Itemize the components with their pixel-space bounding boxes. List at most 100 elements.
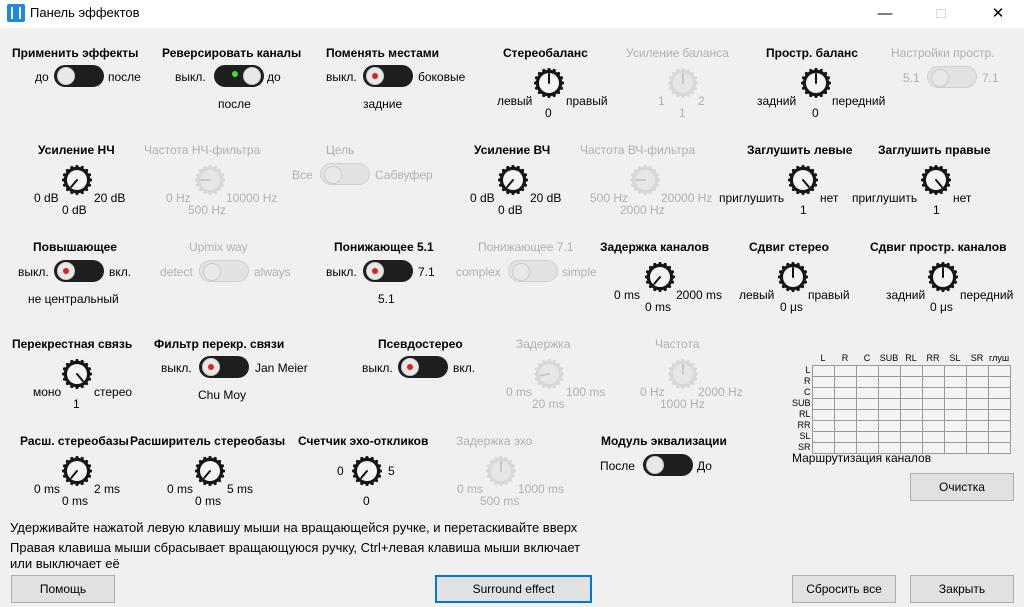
stereobalance-knob[interactable] — [533, 67, 565, 99]
routing-cell[interactable] — [855, 397, 879, 410]
channel-delay-knob[interactable] — [644, 261, 676, 293]
help-button[interactable]: Помощь — [11, 575, 115, 603]
routing-cell[interactable] — [833, 364, 857, 377]
routing-cell[interactable] — [855, 419, 879, 432]
stereo-expander-knob[interactable] — [194, 455, 226, 487]
routing-cell[interactable] — [965, 419, 989, 432]
reset-all-button[interactable]: Сбросить все — [792, 575, 896, 603]
routing-cell[interactable] — [833, 386, 857, 399]
routing-cell[interactable] — [943, 430, 967, 443]
routing-cell[interactable] — [921, 364, 945, 377]
routing-cell[interactable] — [987, 397, 1011, 410]
routing-cell[interactable] — [987, 386, 1011, 399]
echo-count-knob[interactable] — [351, 455, 383, 487]
routing-cell[interactable] — [921, 408, 945, 421]
routing-cell[interactable] — [965, 397, 989, 410]
routing-cell[interactable] — [899, 364, 923, 377]
crossfeed-knob[interactable] — [61, 358, 93, 390]
routing-cell[interactable] — [833, 397, 857, 410]
close-button[interactable]: Закрыть — [910, 575, 1014, 603]
routing-cell[interactable] — [943, 397, 967, 410]
routing-cell[interactable] — [899, 386, 923, 399]
routing-cell[interactable] — [833, 430, 857, 443]
routing-cell[interactable] — [855, 386, 879, 399]
apply-effects-toggle[interactable] — [54, 65, 104, 87]
routing-cell[interactable] — [943, 408, 967, 421]
clear-routing-button[interactable]: Очистка — [910, 473, 1014, 501]
routing-cell[interactable] — [987, 375, 1011, 388]
routing-cell[interactable] — [833, 408, 857, 421]
routing-cell[interactable] — [811, 364, 835, 377]
mute-left-knob[interactable] — [787, 164, 819, 196]
swap-toggle[interactable] — [363, 65, 413, 87]
routing-cell[interactable] — [921, 375, 945, 388]
routing-cell[interactable] — [987, 364, 1011, 377]
routing-cell[interactable] — [965, 386, 989, 399]
routing-cell[interactable] — [965, 364, 989, 377]
stereo-widen-left: 0 ms — [34, 482, 61, 496]
routing-cell[interactable] — [987, 419, 1011, 432]
routing-cell[interactable] — [987, 441, 1011, 454]
routing-cell[interactable] — [811, 375, 835, 388]
upmix-left: выкл. — [18, 265, 49, 279]
routing-cell[interactable] — [877, 386, 901, 399]
routing-cell[interactable] — [965, 408, 989, 421]
routing-cell[interactable] — [811, 397, 835, 410]
routing-cell[interactable] — [921, 386, 945, 399]
surround-effect-button[interactable]: Surround effect — [435, 575, 592, 603]
routing-cell[interactable] — [855, 375, 879, 388]
routing-cell[interactable] — [811, 419, 835, 432]
routing-cell[interactable] — [943, 386, 967, 399]
routing-cell[interactable] — [943, 419, 967, 432]
routing-cell[interactable] — [943, 375, 967, 388]
mute-right-right: нет — [953, 191, 972, 205]
routing-cell[interactable] — [877, 430, 901, 443]
routing-cell[interactable] — [899, 419, 923, 432]
crossfeed-filter-toggle[interactable] — [199, 356, 249, 378]
routing-cell[interactable] — [877, 364, 901, 377]
routing-cell[interactable] — [855, 408, 879, 421]
routing-cell[interactable] — [965, 430, 989, 443]
routing-cell[interactable] — [943, 364, 967, 377]
spatial-balance-knob[interactable] — [800, 67, 832, 99]
routing-cell[interactable] — [811, 430, 835, 443]
routing-cell[interactable] — [899, 408, 923, 421]
stereo-widen-knob[interactable] — [61, 455, 93, 487]
routing-cell[interactable] — [987, 408, 1011, 421]
routing-cell[interactable] — [811, 408, 835, 421]
routing-cell[interactable] — [877, 419, 901, 432]
routing-cell[interactable] — [855, 364, 879, 377]
routing-cell[interactable] — [877, 408, 901, 421]
routing-cell[interactable] — [833, 419, 857, 432]
routing-cell[interactable] — [899, 397, 923, 410]
downmix51-toggle[interactable] — [363, 260, 413, 282]
routing-cell[interactable] — [921, 430, 945, 443]
routing-cell[interactable] — [943, 441, 967, 454]
echo-count-left: 0 — [337, 464, 344, 478]
spatial-shift-knob[interactable] — [927, 261, 959, 293]
reverse-channels-toggle[interactable] — [214, 65, 264, 87]
routing-cell[interactable] — [899, 430, 923, 443]
close-icon[interactable]: ✕ — [975, 0, 1021, 28]
pseudo-delay-right: 100 ms — [566, 385, 606, 399]
upmix-toggle[interactable] — [54, 260, 104, 282]
stereo-shift-knob[interactable] — [777, 261, 809, 293]
routing-cell[interactable] — [921, 419, 945, 432]
routing-cell[interactable] — [899, 375, 923, 388]
mute-right-knob[interactable] — [920, 164, 952, 196]
routing-cell[interactable] — [987, 430, 1011, 443]
downmix51-title: Понижающее 5.1 — [334, 240, 434, 254]
routing-cell[interactable] — [921, 397, 945, 410]
pseudostereo-toggle[interactable] — [398, 356, 448, 378]
routing-cell[interactable] — [965, 441, 989, 454]
routing-cell[interactable] — [877, 375, 901, 388]
routing-cell[interactable] — [877, 397, 901, 410]
routing-cell[interactable] — [855, 430, 879, 443]
eq-module-toggle[interactable] — [643, 454, 693, 476]
routing-cell[interactable] — [965, 375, 989, 388]
routing-cell[interactable] — [811, 386, 835, 399]
treble-gain-knob[interactable] — [497, 164, 529, 196]
minimize-icon[interactable]: — — [862, 0, 908, 28]
bass-gain-knob[interactable] — [61, 164, 93, 196]
routing-cell[interactable] — [833, 375, 857, 388]
